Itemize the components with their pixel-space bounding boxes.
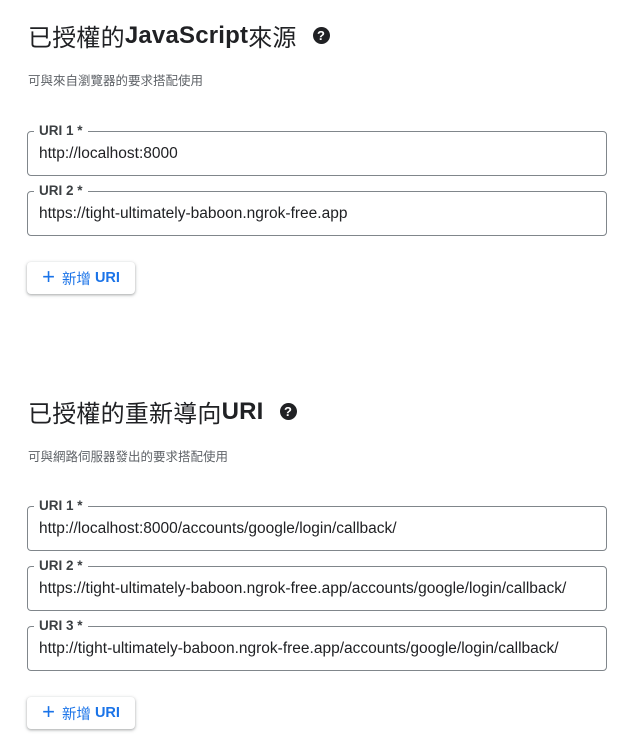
- redirect-uris-title-bold: URI: [221, 397, 264, 425]
- redirect-uri-1-input[interactable]: http://localhost:8000/accounts/google/lo…: [39, 507, 596, 550]
- redirect-uris-title-prefix: 已授權的重新導向: [28, 401, 222, 428]
- redirect-uri-3-input[interactable]: http://tight-ultimately-baboon.ngrok-fre…: [39, 627, 596, 670]
- js-origins-title-prefix: 已授權的: [28, 25, 125, 52]
- js-origin-uri-2-input[interactable]: https://tight-ultimately-baboon.ngrok-fr…: [39, 192, 596, 235]
- add-button-label-en: URI: [94, 705, 120, 721]
- redirect-uri-2-input[interactable]: https://tight-ultimately-baboon.ngrok-fr…: [39, 567, 596, 610]
- redirect-uri-2-field[interactable]: URI 2 * https://tight-ultimately-baboon.…: [27, 557, 607, 611]
- plus-icon: +: [42, 264, 55, 289]
- js-origins-title: 已授權的 JavaScript 來源 ?: [28, 18, 330, 53]
- redirect-uris-title: 已授權的重新導向 URI ?: [28, 394, 297, 429]
- redirect-uris-description: 可與網路伺服器發出的要求搭配使用: [28, 450, 229, 464]
- js-origin-uri-2-field[interactable]: URI 2 * https://tight-ultimately-baboon.…: [27, 182, 607, 236]
- js-origins-description: 可與來自瀏覽器的要求搭配使用: [28, 74, 204, 88]
- add-button-label-zh: 新增: [61, 706, 91, 723]
- plus-icon: +: [42, 699, 55, 724]
- add-redirect-uri-button[interactable]: + 新增 URI: [27, 697, 135, 729]
- js-origin-uri-1-input[interactable]: http://localhost:8000: [39, 132, 596, 175]
- add-js-origin-uri-button[interactable]: + 新增 URI: [27, 262, 135, 294]
- help-icon[interactable]: ?: [312, 27, 330, 44]
- js-origins-title-bold: JavaScript: [124, 21, 249, 49]
- redirect-uri-3-field[interactable]: URI 3 * http://tight-ultimately-baboon.n…: [27, 617, 607, 671]
- js-origins-title-suffix: 來源: [248, 25, 297, 52]
- js-origin-uri-1-field[interactable]: URI 1 * http://localhost:8000: [27, 122, 607, 176]
- help-icon[interactable]: ?: [279, 403, 297, 420]
- add-button-label-en: URI: [94, 270, 120, 286]
- add-button-label-zh: 新增: [61, 271, 91, 288]
- redirect-uri-1-field[interactable]: URI 1 * http://localhost:8000/accounts/g…: [27, 497, 607, 551]
